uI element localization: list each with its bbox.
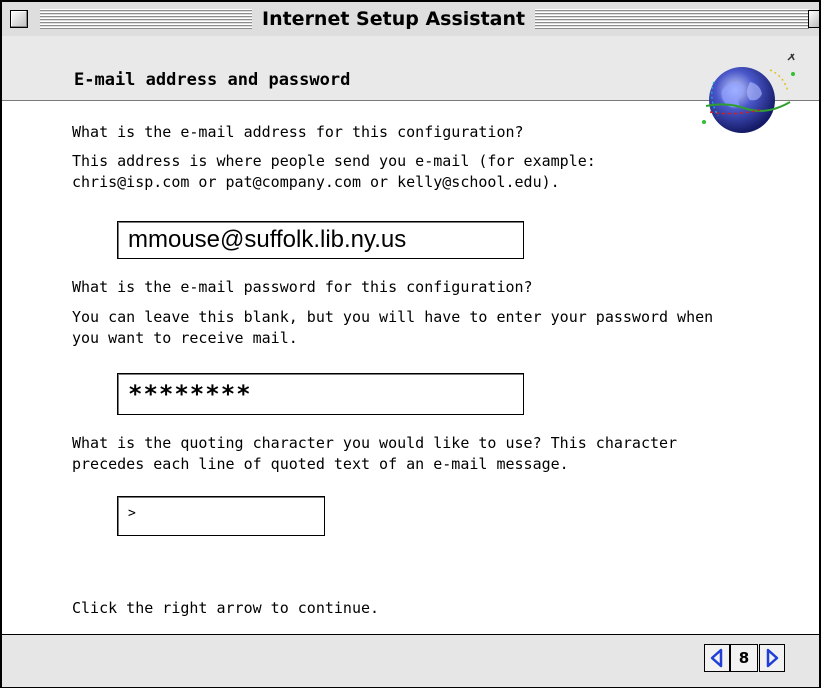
password-field-value: ******** xyxy=(128,380,252,408)
footer-bar xyxy=(2,634,819,687)
email-field[interactable]: mmouse@suffolk.lib.ny.us xyxy=(117,221,524,259)
zoom-box[interactable] xyxy=(808,10,819,28)
quote-character-value: > xyxy=(128,506,136,521)
continue-hint: Click the right arrow to continue. xyxy=(72,599,380,617)
email-help-line-2: chris@isp.com or pat@company.com or kell… xyxy=(72,173,560,191)
previous-page-button[interactable] xyxy=(704,644,730,672)
password-help-line-1: You can leave this blank, but you will h… xyxy=(72,308,714,326)
password-field[interactable]: ******** xyxy=(117,373,524,415)
setup-assistant-window: Internet Setup Assistant E-mail address … xyxy=(0,0,821,688)
quote-question-line-2: precedes each line of quoted text of an … xyxy=(72,455,569,473)
next-page-button[interactable] xyxy=(759,644,785,672)
email-field-value: mmouse@suffolk.lib.ny.us xyxy=(128,226,407,253)
password-question: What is the e-mail password for this con… xyxy=(72,278,533,296)
globe-icon xyxy=(702,53,795,133)
close-box[interactable] xyxy=(10,10,28,28)
window-title: Internet Setup Assistant xyxy=(252,7,536,31)
page-number: 8 xyxy=(730,644,758,672)
title-bar[interactable]: Internet Setup Assistant xyxy=(2,2,819,38)
password-help-line-2: you want to receive mail. xyxy=(72,329,298,347)
left-arrow-icon xyxy=(710,648,723,668)
section-heading: E-mail address and password xyxy=(74,70,351,90)
quote-question-line-1: What is the quoting character you would … xyxy=(72,434,678,452)
quote-character-field[interactable]: > xyxy=(117,496,325,536)
email-question: What is the e-mail address for this conf… xyxy=(72,123,524,141)
right-arrow-icon xyxy=(766,648,779,668)
email-help-line-1: This address is where people send you e-… xyxy=(72,152,596,170)
